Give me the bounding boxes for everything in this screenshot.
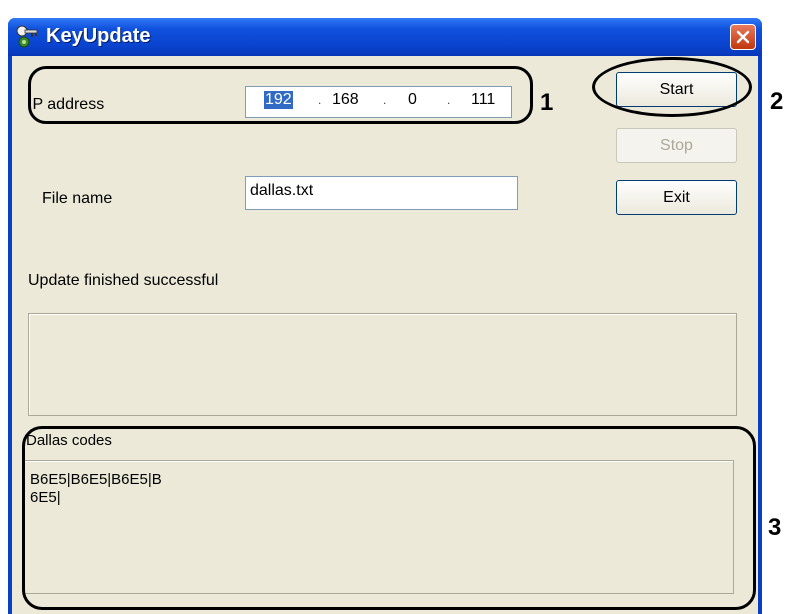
window-title: KeyUpdate — [46, 25, 151, 47]
status-text: Update finished successful — [28, 272, 219, 289]
annotation-number-3: 3 — [768, 514, 782, 541]
annotation-number-1: 1 — [540, 89, 554, 116]
close-icon — [736, 30, 750, 44]
exit-button[interactable]: Exit — [616, 180, 737, 215]
file-name-label: File name — [42, 190, 113, 207]
annotation-box-3 — [22, 426, 756, 610]
annotation-number-2: 2 — [770, 88, 784, 115]
app-icon — [16, 25, 38, 48]
status-panel — [28, 313, 737, 416]
annotation-box-1 — [28, 66, 533, 124]
annotation-ellipse-2 — [592, 57, 752, 117]
title-bar[interactable]: KeyUpdate — [8, 18, 762, 56]
file-name-input[interactable]: dallas.txt — [245, 176, 518, 210]
file-name-value: dallas.txt — [250, 182, 314, 199]
stop-button[interactable]: Stop — [616, 128, 737, 163]
close-button[interactable] — [730, 24, 756, 50]
